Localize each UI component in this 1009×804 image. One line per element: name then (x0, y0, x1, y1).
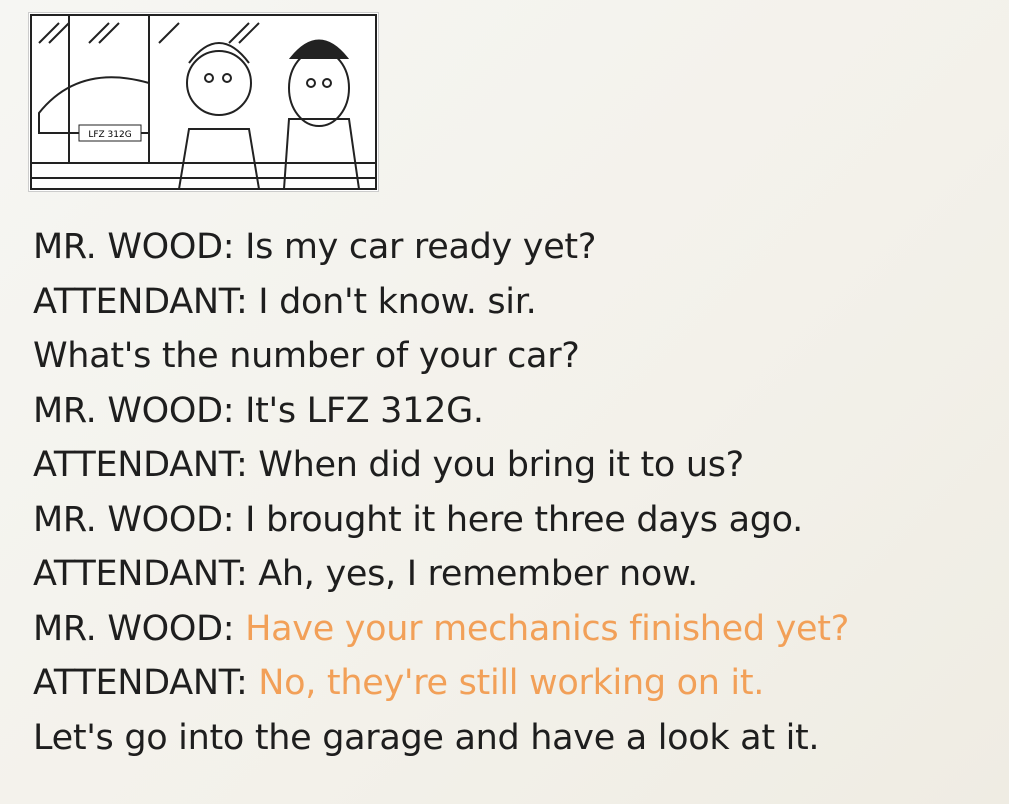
dialog-text: It's LFZ 312G. (245, 390, 484, 431)
dialog-text: When did you bring it to us? (258, 445, 744, 485)
speaker-label: ATTENDANT: (33, 281, 248, 322)
dialog-text: Is my car ready yet? (245, 227, 597, 267)
speaker-label: ATTENDANT: (33, 445, 248, 485)
dialog-line: MR. WOOD: Have your mechanics finished y… (33, 602, 849, 657)
dialog-line: What's the number of your car? (33, 329, 849, 384)
dialog-line: MR. WOOD: It's LFZ 312G. (33, 384, 849, 439)
dialog-text: Let's go into the garage and have a look… (33, 717, 820, 758)
dialog-line: Let's go into the garage and have a look… (33, 711, 849, 766)
dialog-line: ATTENDANT: When did you bring it to us? (33, 438, 849, 493)
dialog-line: ATTENDANT: I don't know. sir. (33, 275, 849, 330)
dialog-text: What's the number of your car? (33, 336, 580, 376)
dialog-text: Ah, yes, I remember now. (258, 554, 698, 594)
speaker-label: MR. WOOD: (33, 227, 235, 267)
cartoon-illustration: LFZ 312G (28, 12, 379, 192)
highlighted-text: No, they're still working on it. (258, 663, 765, 703)
dialog-line: MR. WOOD: Is my car ready yet? (33, 220, 849, 275)
speaker-label: MR. WOOD: (33, 390, 235, 431)
speaker-label: MR. WOOD: (33, 608, 235, 649)
license-plate-text: LFZ 312G (88, 130, 131, 140)
dialog-line: ATTENDANT: No, they're still working on … (33, 656, 849, 711)
dialog-line: MR. WOOD: I brought it here three days a… (33, 493, 849, 548)
garage-cartoon-image: LFZ 312G (30, 14, 377, 190)
dialog-transcript: MR. WOOD: Is my car ready yet? ATTENDANT:… (33, 220, 849, 765)
dialog-text: I don't know. sir. (258, 281, 537, 322)
speaker-label: ATTENDANT: (33, 663, 248, 703)
speaker-label: ATTENDANT: (33, 554, 248, 594)
speaker-label: MR. WOOD: (33, 499, 235, 540)
dialog-text: I brought it here three days ago. (245, 499, 803, 540)
dialog-line: ATTENDANT: Ah, yes, I remember now. (33, 547, 849, 602)
highlighted-text: Have your mechanics finished yet? (245, 608, 849, 649)
